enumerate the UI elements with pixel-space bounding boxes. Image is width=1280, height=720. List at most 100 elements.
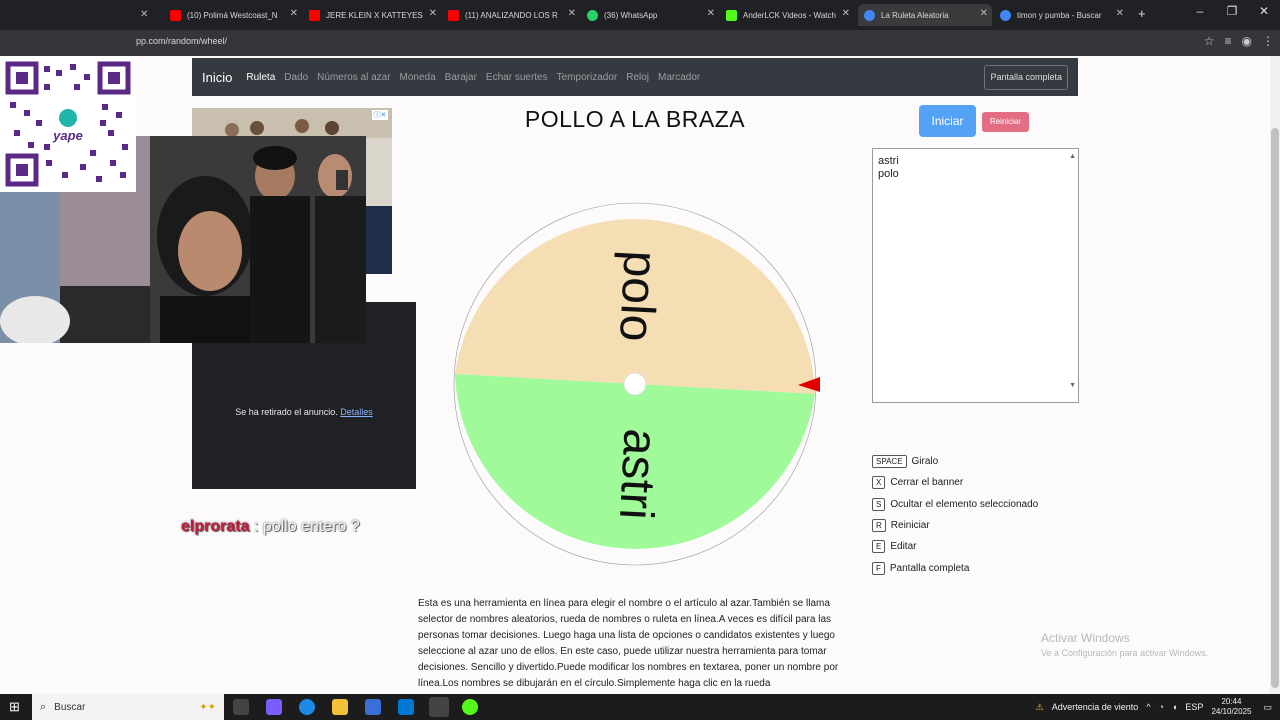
shortcut-row: SPACE Giralo [872,451,1038,472]
windows-activation-watermark: Activar Windows Ve a Configuración para … [1041,631,1208,658]
bookmark-star-icon[interactable]: ☆ [1204,34,1215,48]
youtube-icon [309,9,320,21]
page-content: Inicio Ruleta Dado Números al azar Moned… [0,56,1270,694]
wifi-icon[interactable]: ◔ [1159,702,1164,712]
start-button[interactable]: Iniciar [919,105,976,137]
address-bar: pp.com/random/wheel/ ☆ ≡ ◉ ⋮ [0,30,1280,56]
tab-7[interactable]: timon y pumba - Buscar ✕ [1000,4,1128,26]
media-control-icon[interactable]: ≡ [1225,34,1232,48]
nav-barajar[interactable]: Barajar [445,72,477,83]
nav-echar-suertes[interactable]: Echar suertes [486,72,548,83]
url-field[interactable]: pp.com/random/wheel/ [136,36,227,46]
tab-label: La Ruleta Aleatoria [881,10,949,20]
maximize-icon[interactable]: ❐ [1216,4,1248,26]
tab-2[interactable]: JERE KLEIN X KATTEYES ✕ [309,4,441,26]
key-f: F [872,561,885,575]
scroll-down-icon[interactable]: ▼ [1069,379,1076,392]
tab-3[interactable]: (11) ANALIZANDO LOS R ✕ [448,4,580,26]
shortcut-label: Reiniciar [890,520,930,532]
clock-time: 20:44 [1221,697,1242,706]
entries-textarea[interactable]: astri polo ▲ ▼ [872,148,1079,403]
shortcut-row: X Cerrar el banner [872,472,1038,493]
chrome-icon[interactable] [429,697,449,717]
youtube-icon [448,9,459,21]
tab-label: timon y pumba - Buscar [1017,10,1102,20]
windows-start-icon[interactable]: ⊞ [9,699,20,715]
notification-icon[interactable]: ▭ [1263,702,1272,713]
close-tab-icon[interactable]: ✕ [842,8,850,19]
close-tab-icon[interactable]: ✕ [568,8,576,19]
close-tab-icon[interactable]: ✕ [707,8,715,19]
weather-alert[interactable]: Advertencia de viento [1052,702,1139,712]
qr-brand-text: yape [52,128,83,143]
close-tab-icon[interactable]: ✕ [429,8,437,19]
scrollbar-thumb[interactable] [1271,128,1279,688]
nav-moneda[interactable]: Moneda [400,72,436,83]
shortcut-row: F Pantalla completa [872,557,1038,578]
profile-icon[interactable]: ◉ [1242,34,1252,48]
kick-icon [726,9,737,21]
file-explorer-icon[interactable] [332,699,348,715]
store-icon[interactable] [365,699,381,715]
key-e: E [872,540,886,554]
wheel-label-polo: polo [609,249,667,342]
key-space: SPACE [872,455,907,469]
scroll-up-icon[interactable]: ▲ [1069,150,1076,163]
task-view-icon[interactable] [233,699,249,715]
site-icon [864,9,875,21]
nav-home[interactable]: Inicio [202,70,232,85]
browser-tab-bar: ✕ (10) Polimá Westcoast_N ✕ JERE KLEIN X… [0,0,1280,30]
nav-temporizador[interactable]: Temporizador [557,72,618,83]
obs-icon[interactable] [462,699,478,715]
chat-text: : pollo entero ? [253,518,360,535]
warning-icon: ⚠ [1035,701,1044,712]
tab-4[interactable]: (36) WhatsApp ✕ [587,4,719,26]
qr-code: yape [0,56,136,192]
minimize-icon[interactable]: – [1184,4,1216,26]
close-tab-icon[interactable]: ✕ [290,8,298,19]
tab-label: (10) Polimá Westcoast_N [187,10,278,20]
clock-date: 24/10/2025 [1211,707,1252,716]
nav-numeros[interactable]: Números al azar [317,72,390,83]
volume-icon[interactable]: ◖ [1172,702,1177,712]
ad-details-link[interactable]: Detalles [340,407,373,417]
ad-removed-text: Se ha retirado el anuncio. [235,407,338,417]
tab-5[interactable]: AnderLCK Videos - Watch ✕ [726,4,854,26]
tray-chevron-icon[interactable]: ^ [1146,702,1150,712]
reset-button[interactable]: Reiniciar [982,112,1029,132]
tab-1[interactable]: (10) Polimá Westcoast_N ✕ [170,4,302,26]
close-tab-icon[interactable]: ✕ [140,9,148,20]
close-tab-icon[interactable]: ✕ [980,8,988,19]
new-tab-button[interactable]: + [1138,6,1146,21]
close-window-icon[interactable]: ✕ [1248,4,1280,26]
nav-ruleta[interactable]: Ruleta [246,72,275,83]
nav-dado[interactable]: Dado [284,72,308,83]
tab-active[interactable]: La Ruleta Aleatoria ✕ [858,4,992,26]
spin-wheel[interactable]: polo astri [453,202,823,572]
copilot-icon[interactable] [266,699,282,715]
shortcut-label: Cerrar el banner [890,477,964,489]
outlook-icon[interactable] [398,699,414,715]
wheel-center [623,372,647,396]
fullscreen-button[interactable]: Pantalla completa [984,65,1068,90]
shortcut-label: Pantalla completa [889,562,970,574]
language-indicator[interactable]: ESP [1185,702,1203,712]
menu-icon[interactable]: ⋮ [1262,34,1274,48]
whatsapp-icon [587,9,598,21]
close-tab-icon[interactable]: ✕ [1116,8,1124,19]
edge-icon[interactable] [299,699,315,715]
tab-label: AnderLCK Videos - Watch [743,10,836,20]
ad-choices-icon[interactable]: ⓘ✕ [372,110,388,120]
shortcut-label: Editar [890,541,917,553]
system-tray: ⚠ Advertencia de viento ^ ◔ ◖ ESP 20:44 … [1036,694,1280,720]
tab-label: JERE KLEIN X KATTEYES [326,10,423,20]
nav-reloj[interactable]: Reloj [626,72,649,83]
nav-marcador[interactable]: Marcador [658,72,700,83]
taskbar-search[interactable]: ⌕ Buscar ✦✦ [32,694,224,720]
entries-text: astri polo [878,155,899,180]
page-scrollbar[interactable] [1270,56,1280,694]
watermark-line1: Activar Windows [1041,631,1130,645]
key-r: R [872,519,886,533]
taskbar-clock[interactable]: 20:44 24/10/2025 [1211,697,1251,717]
window-controls: – ❐ ✕ [1184,4,1280,26]
